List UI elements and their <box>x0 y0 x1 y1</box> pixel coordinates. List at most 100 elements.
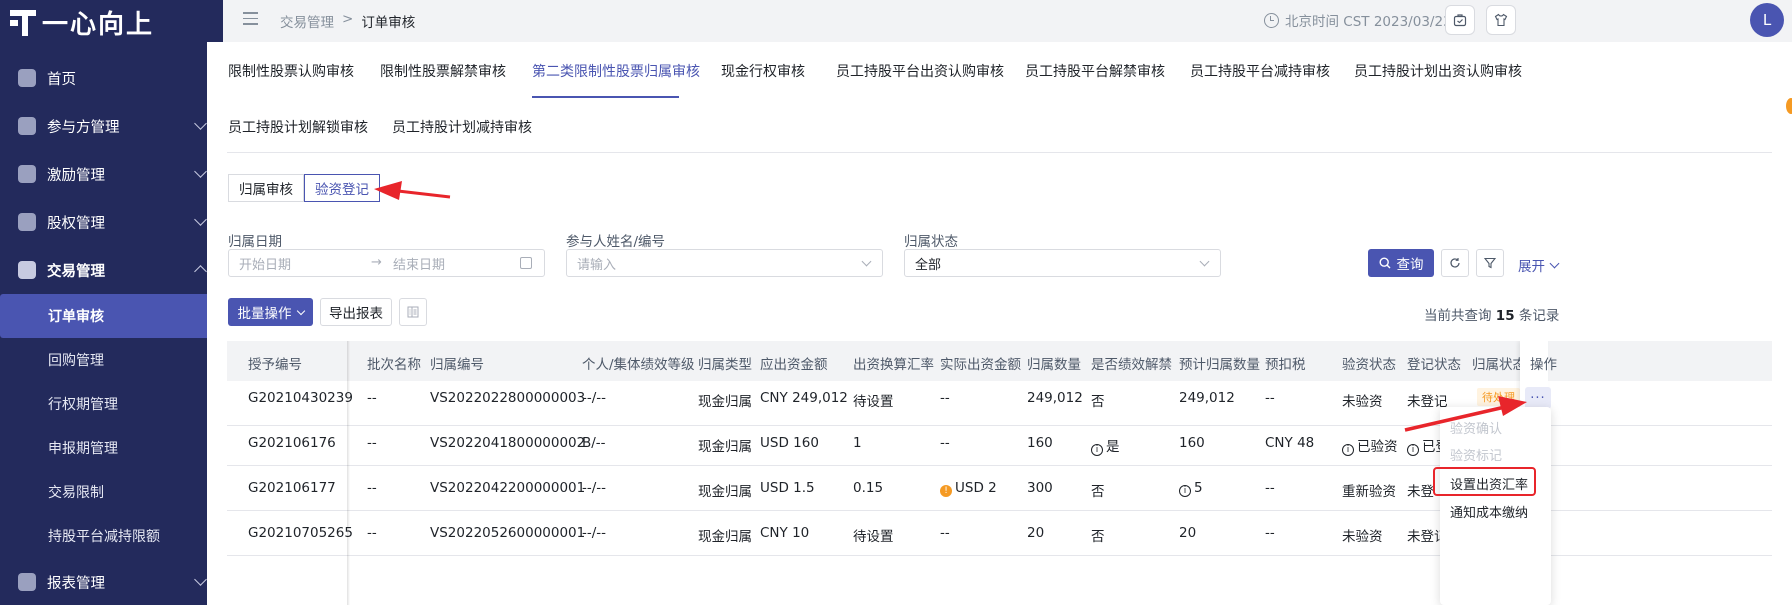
table-cell: 249,012 <box>1179 390 1235 406</box>
tab-platform-unlock[interactable]: 员工持股平台解禁审核 <box>1025 61 1165 81</box>
clock-icon <box>1264 12 1279 28</box>
tab-platform-reduction[interactable]: 员工持股平台减持审核 <box>1190 61 1330 81</box>
status-select[interactable]: 全部 <box>904 249 1221 277</box>
table-cell: CNY 48 <box>1265 435 1315 451</box>
info-icon[interactable]: i <box>1407 444 1419 456</box>
column-header: 个人/集体绩效等级 <box>582 357 695 373</box>
export-report-button[interactable]: 导出报表 <box>320 298 392 326</box>
table-cell: 待设置 <box>853 394 894 410</box>
sidebar-item-reports[interactable]: 报表管理 <box>0 558 223 605</box>
status-badge: 待处理 <box>1477 388 1520 406</box>
tab-plan-subscription[interactable]: 员工持股计划出资认购审核 <box>1354 61 1522 81</box>
tab-restricted-unlock[interactable]: 限制性股票解禁审核 <box>380 61 506 81</box>
expand-filters-link[interactable]: 展开 <box>1518 255 1560 275</box>
avatar[interactable]: L <box>1750 3 1784 37</box>
breadcrumb-current: 订单审核 <box>361 15 416 31</box>
sidebar-item-incentive[interactable]: 激励管理 <box>0 150 223 198</box>
segment-vesting-review[interactable]: 归属审核 <box>228 174 304 202</box>
tab-class2-vesting[interactable]: 第二类限制性股票归属审核 <box>532 61 700 81</box>
batch-operation-button[interactable]: 批量操作 <box>228 298 313 326</box>
participant-placeholder: 请输入 <box>577 257 617 273</box>
table-cell: -- <box>1265 390 1275 406</box>
column-header: 授予编号 <box>248 357 302 373</box>
menu-item-notify-cost-payment[interactable]: 通知成本缴纳 <box>1450 502 1528 521</box>
column-header: 归属类型 <box>698 357 752 373</box>
query-button-label: 查询 <box>1396 257 1424 273</box>
table-cell: -- <box>367 480 377 496</box>
tab-plan-unlock[interactable]: 员工持股计划解锁审核 <box>228 117 368 137</box>
info-icon[interactable]: i <box>1179 485 1191 497</box>
table-cell: USD 160 <box>760 435 819 451</box>
collapse-menu-icon[interactable] <box>243 12 258 26</box>
filter-icon <box>1484 257 1496 269</box>
table-cell: ! USD 2 <box>940 480 997 497</box>
briefcase-icon <box>1453 14 1467 27</box>
sidebar-subitem-trade-restriction[interactable]: 交易限制 <box>0 470 223 514</box>
expand-label: 展开 <box>1518 259 1545 275</box>
tab-platform-subscription[interactable]: 员工持股平台出资认购审核 <box>836 61 1004 81</box>
table-cell: CNY 249,012 <box>760 390 848 406</box>
table-cell: G202106177 <box>248 480 336 496</box>
tab-cash-exercise[interactable]: 现金行权审核 <box>721 61 805 81</box>
sidebar-item-label: 首页 <box>47 71 76 88</box>
table-cell: 否 <box>1091 394 1105 410</box>
sidebar-item-home[interactable]: 首页 <box>0 54 223 102</box>
table-cell: 现金归属 <box>698 529 752 545</box>
calendar-icon <box>520 257 532 269</box>
table-cell: i 已验资 <box>1342 435 1398 456</box>
filter-button[interactable] <box>1476 249 1504 277</box>
end-date-placeholder: 结束日期 <box>393 257 446 273</box>
sidebar: 一心向上 首页 参与方管理 激励管理 股权管理 交易管理 订单审核 回购管理 行… <box>0 0 223 605</box>
sidebar-item-label: 激励管理 <box>47 167 105 184</box>
breadcrumb-item[interactable]: 交易管理 <box>280 11 334 31</box>
server-time: 北京时间 CST 2023/03/23 <box>1264 10 1452 30</box>
menu-item-capital-mark[interactable]: 验资标记 <box>1450 445 1502 464</box>
query-button[interactable]: 查询 <box>1368 249 1434 277</box>
table-cell: 重新验资 <box>1342 484 1396 500</box>
sidebar-subitem-exercise-period[interactable]: 行权期管理 <box>0 382 223 426</box>
sidebar-subitem-order-review[interactable]: 订单审核 <box>0 294 216 338</box>
status-label: 归属状态 <box>904 234 958 250</box>
date-range-picker[interactable]: 开始日期 → 结束日期 <box>228 249 545 277</box>
table-cell: 1 <box>853 435 862 451</box>
table-cell: -- <box>367 435 377 451</box>
table-cell: 否 <box>1091 529 1105 545</box>
reset-button[interactable] <box>1441 249 1469 277</box>
table-cell: 300 <box>1027 480 1053 496</box>
participant-select[interactable]: 请输入 <box>566 249 883 277</box>
info-icon[interactable]: i <box>1342 444 1354 456</box>
fixed-column-shadow <box>347 341 350 605</box>
active-tab-indicator <box>532 96 679 98</box>
table-cell: B/-- <box>582 435 606 451</box>
column-settings-button[interactable] <box>399 298 427 326</box>
sidebar-subitem-repurchase[interactable]: 回购管理 <box>0 338 223 382</box>
column-header: 登记状态 <box>1407 357 1461 373</box>
tab-plan-reduction[interactable]: 员工持股计划减持审核 <box>392 117 532 137</box>
sidebar-item-participants[interactable]: 参与方管理 <box>0 102 223 150</box>
floating-helper-icon[interactable] <box>1786 98 1792 114</box>
report-icon <box>18 573 36 591</box>
table-cell: VS2022052600000001 <box>430 525 586 541</box>
chevron-down-icon <box>194 165 207 178</box>
table-cell: -- <box>367 390 377 406</box>
chevron-up-icon <box>194 265 207 278</box>
sidebar-subitem-platform-limit[interactable]: 持股平台减持限额 <box>0 514 223 558</box>
warning-icon[interactable]: ! <box>940 485 952 497</box>
sidebar-item-label: 报表管理 <box>47 575 105 592</box>
result-count-suffix: 条记录 <box>1518 308 1560 324</box>
tab-restricted-subscription[interactable]: 限制性股票认购审核 <box>228 61 354 81</box>
shirt-icon <box>1494 13 1508 27</box>
menu-item-capital-confirm[interactable]: 验资确认 <box>1450 418 1502 437</box>
column-header: 是否绩效解禁 <box>1091 357 1172 373</box>
table-cell: 249,012 <box>1027 390 1083 406</box>
sidebar-item-trading[interactable]: 交易管理 <box>0 246 223 294</box>
more-actions-button[interactable]: ··· <box>1525 387 1551 409</box>
sidebar-item-equity[interactable]: 股权管理 <box>0 198 223 246</box>
participant-label: 参与人姓名/编号 <box>566 234 666 250</box>
sidebar-subitem-declaration-period[interactable]: 申报期管理 <box>0 426 223 470</box>
info-icon[interactable]: i <box>1091 444 1103 456</box>
task-button[interactable] <box>1445 5 1475 35</box>
skin-button[interactable] <box>1486 5 1516 35</box>
batch-label: 批量操作 <box>237 306 292 322</box>
segment-capital-verification[interactable]: 验资登记 <box>304 174 380 202</box>
